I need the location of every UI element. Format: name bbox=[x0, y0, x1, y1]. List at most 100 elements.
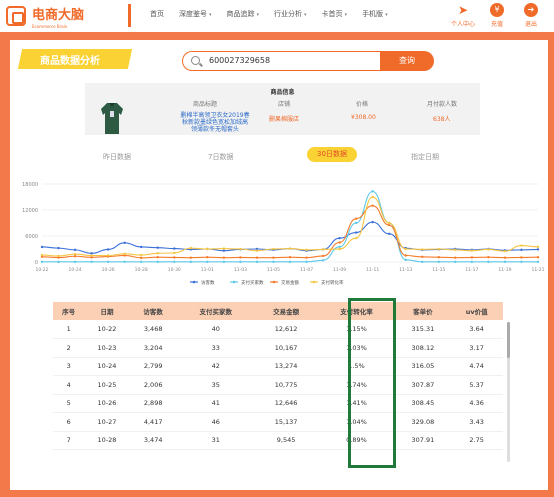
table-cell: 2,799 bbox=[129, 357, 177, 376]
chevron-down-icon: ▾ bbox=[344, 12, 348, 18]
nav-item-0[interactable]: 首页 bbox=[150, 9, 164, 19]
recharge-link[interactable]: ¥ 充值 bbox=[480, 3, 514, 28]
series-point bbox=[239, 247, 242, 251]
table-cell: 2.75 bbox=[450, 431, 503, 450]
table-cell: 15,137 bbox=[254, 412, 318, 432]
table-cell: 6 bbox=[53, 412, 85, 432]
table-scrollbar[interactable] bbox=[507, 322, 510, 462]
nav-item-2[interactable]: 商品追踪 ▾ bbox=[227, 9, 260, 19]
page-title: 商品数据分析 bbox=[40, 56, 100, 67]
series-point bbox=[156, 252, 159, 255]
table-scrollbar-thumb[interactable] bbox=[507, 322, 510, 358]
nav-item-5[interactable]: 手机版 ▾ bbox=[362, 9, 388, 19]
brand-logo[interactable]: 电商大脑 Ecommerce Brain bbox=[6, 6, 84, 29]
table-cell: 3.43 bbox=[450, 412, 503, 432]
series-point bbox=[156, 260, 159, 264]
series-point bbox=[57, 254, 60, 258]
series-point bbox=[354, 217, 358, 220]
search-value: 600027329658 bbox=[209, 56, 271, 65]
y-tick-label: 6000 bbox=[25, 234, 38, 240]
series-point bbox=[222, 249, 226, 252]
series-point bbox=[305, 248, 308, 252]
nav-item-4[interactable]: 卡首页 ▾ bbox=[322, 9, 348, 19]
series-point bbox=[503, 256, 507, 259]
series-point bbox=[388, 232, 391, 236]
table-cell: 4.74 bbox=[450, 357, 503, 376]
table-cell: 315.31 bbox=[395, 320, 451, 339]
x-tick-label: 11-19 bbox=[498, 267, 511, 273]
table-cell: 3,204 bbox=[129, 338, 177, 358]
series-point bbox=[421, 255, 424, 258]
series-point bbox=[189, 256, 192, 259]
series-point bbox=[288, 260, 292, 264]
trend-line-chart: 0 6000 12000 18000 10-22 10-24 10-26 10-28 10-30… bbox=[22, 182, 545, 286]
shop-name[interactable]: 删果棉服店 bbox=[269, 114, 299, 123]
table-cell: 3.17 bbox=[450, 338, 503, 358]
series-point bbox=[73, 260, 77, 264]
table-cell: 5.37 bbox=[450, 375, 503, 395]
series-point bbox=[189, 246, 192, 250]
table-cell: 10-27 bbox=[84, 412, 130, 432]
product-image bbox=[101, 103, 123, 134]
series-point bbox=[503, 260, 507, 264]
series-point bbox=[272, 260, 275, 264]
nav-item-1[interactable]: 深度鉴号 ▾ bbox=[179, 9, 212, 19]
series-point bbox=[156, 256, 159, 259]
table-row: 7 10-28 3,474 31 9,545 0.89% 307.91 2.75 bbox=[53, 431, 503, 450]
brand-logo-icon bbox=[6, 6, 26, 26]
series-point bbox=[404, 254, 407, 257]
series-point bbox=[338, 241, 341, 244]
series-point bbox=[156, 246, 159, 249]
series-point bbox=[470, 260, 474, 264]
series-point bbox=[106, 254, 110, 257]
table-cell: 7 bbox=[53, 431, 85, 450]
table-row: 2 10-23 3,204 33 10,167 1.03% 308.12 3.17 bbox=[53, 338, 503, 358]
search-input[interactable]: 600027329658 bbox=[182, 51, 380, 71]
table-header-cell: 客单价 bbox=[395, 302, 451, 320]
tab-7-days[interactable]: 7日数据 bbox=[208, 152, 233, 162]
series-point bbox=[189, 260, 192, 264]
series-point bbox=[40, 253, 44, 257]
product-title-link[interactable]: 删棉半高领卫衣女2019春秋新款墨绿色宽松加绒高领薄款冬无帽套头 bbox=[180, 112, 250, 133]
x-tick-label: 11-17 bbox=[465, 267, 478, 273]
paper-plane-icon: ➤ bbox=[457, 3, 469, 17]
series-point bbox=[371, 204, 374, 207]
table-cell: 4,417 bbox=[129, 412, 177, 432]
series-point bbox=[404, 258, 407, 262]
table-cell: 12,612 bbox=[254, 320, 318, 339]
legend-marker bbox=[192, 280, 196, 284]
nav-item-3[interactable]: 行业分析 ▾ bbox=[274, 9, 307, 19]
table-cell: 41 bbox=[176, 394, 255, 413]
header-product-title: 商品标题 bbox=[193, 101, 218, 108]
table-cell: 4 bbox=[53, 375, 85, 395]
table-header-cell: 交易金额 bbox=[254, 302, 318, 320]
search-button[interactable]: 查询 bbox=[380, 51, 434, 71]
user-center-link[interactable]: ➤ 个人中心 bbox=[446, 3, 480, 28]
series-point bbox=[57, 260, 60, 264]
product-price: ¥308.00 bbox=[351, 114, 376, 121]
x-tick-label: 11-01 bbox=[201, 267, 214, 273]
legend-label: 交易金额 bbox=[281, 279, 299, 286]
tab-custom-date[interactable]: 指定日期 bbox=[411, 152, 439, 162]
table-header-cell: 序号 bbox=[53, 302, 85, 320]
x-tick-label: 11-09 bbox=[333, 267, 346, 273]
x-tick-label: 10-28 bbox=[135, 267, 148, 273]
tab-yesterday[interactable]: 昨日数据 bbox=[103, 152, 131, 162]
series-point bbox=[321, 259, 325, 262]
series-point bbox=[222, 247, 226, 250]
table-cell: 33 bbox=[176, 338, 255, 358]
logout-link[interactable]: ➜ 退出 bbox=[514, 3, 548, 28]
series-point bbox=[255, 256, 259, 259]
table-header-cell: 访客数 bbox=[129, 302, 177, 320]
legend-label: 支付买家数 bbox=[241, 279, 264, 286]
table-cell: 12,646 bbox=[254, 394, 318, 413]
recharge-icon: ¥ bbox=[490, 3, 504, 17]
chevron-down-icon: ▾ bbox=[209, 12, 212, 18]
series-point bbox=[305, 260, 308, 264]
series-point bbox=[388, 221, 391, 225]
table-row: 6 10-27 4,417 46 15,137 1.04% 329.08 3.43 bbox=[53, 412, 503, 432]
series-point bbox=[487, 260, 490, 264]
x-tick-label: 11-07 bbox=[300, 267, 313, 273]
series-point bbox=[106, 248, 110, 251]
tab-30-days[interactable]: 30日数据 bbox=[307, 147, 357, 162]
